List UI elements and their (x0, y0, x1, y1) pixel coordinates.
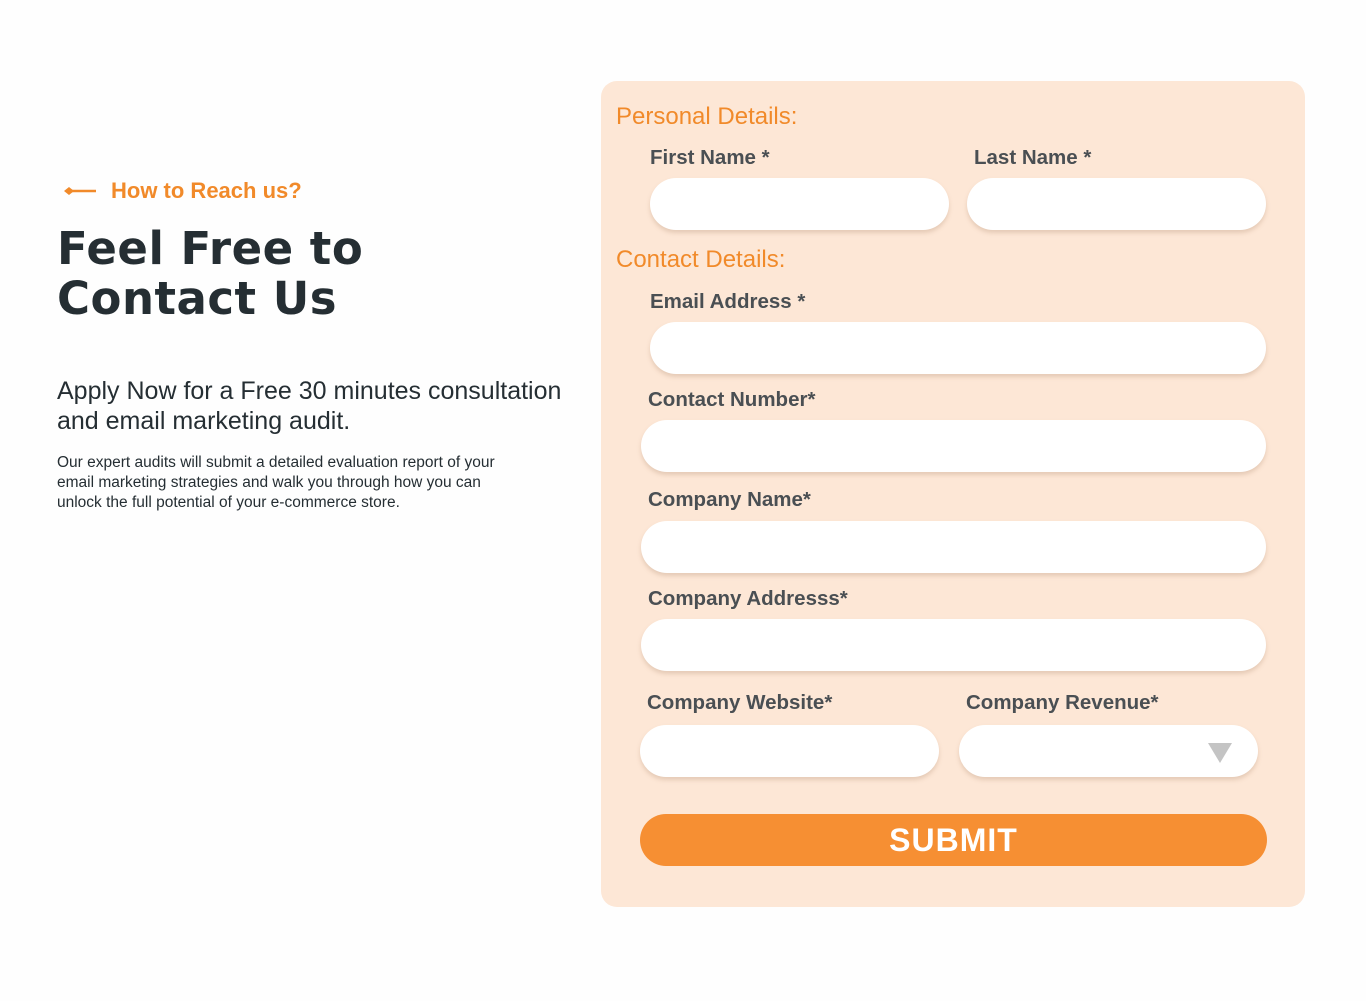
arrow-left-diamond-icon (63, 184, 97, 198)
last-name-field[interactable] (967, 178, 1266, 230)
contact-number-field[interactable] (641, 420, 1266, 472)
intro-body: Our expert audits will submit a detailed… (57, 454, 495, 511)
last-name-label: Last Name * (974, 146, 1092, 169)
company-revenue-label: Company Revenue* (966, 691, 1159, 714)
first-name-field[interactable] (650, 178, 949, 230)
first-name-label: First Name * (650, 146, 770, 169)
personal-details-title: Personal Details: (616, 103, 798, 130)
page-title-line-2: Contact Us (57, 272, 338, 325)
contact-number-label: Contact Number* (648, 388, 816, 411)
contact-details-title: Contact Details: (616, 246, 786, 273)
company-website-field[interactable] (640, 725, 939, 777)
email-field[interactable] (650, 322, 1266, 374)
eyebrow: How to Reach us? (63, 178, 302, 204)
chevron-down-icon (1208, 743, 1232, 763)
company-name-label: Company Name* (648, 488, 811, 511)
contact-form: Personal Details: First Name * Last Name… (601, 81, 1305, 907)
company-name-field[interactable] (641, 521, 1266, 573)
company-address-label: Company Addresss* (648, 587, 848, 610)
submit-button[interactable]: SUBMIT (640, 814, 1267, 866)
company-address-field[interactable] (641, 619, 1266, 671)
eyebrow-text: How to Reach us? (111, 178, 302, 203)
page-title-line-1: Feel Free to (57, 222, 364, 275)
company-website-label: Company Website* (647, 691, 833, 714)
company-revenue-select[interactable] (959, 725, 1258, 777)
email-label: Email Address * (650, 290, 806, 313)
subheading: Apply Now for a Free 30 minutes consulta… (57, 377, 562, 435)
page-title: Feel Free to Contact Us (57, 224, 557, 324)
